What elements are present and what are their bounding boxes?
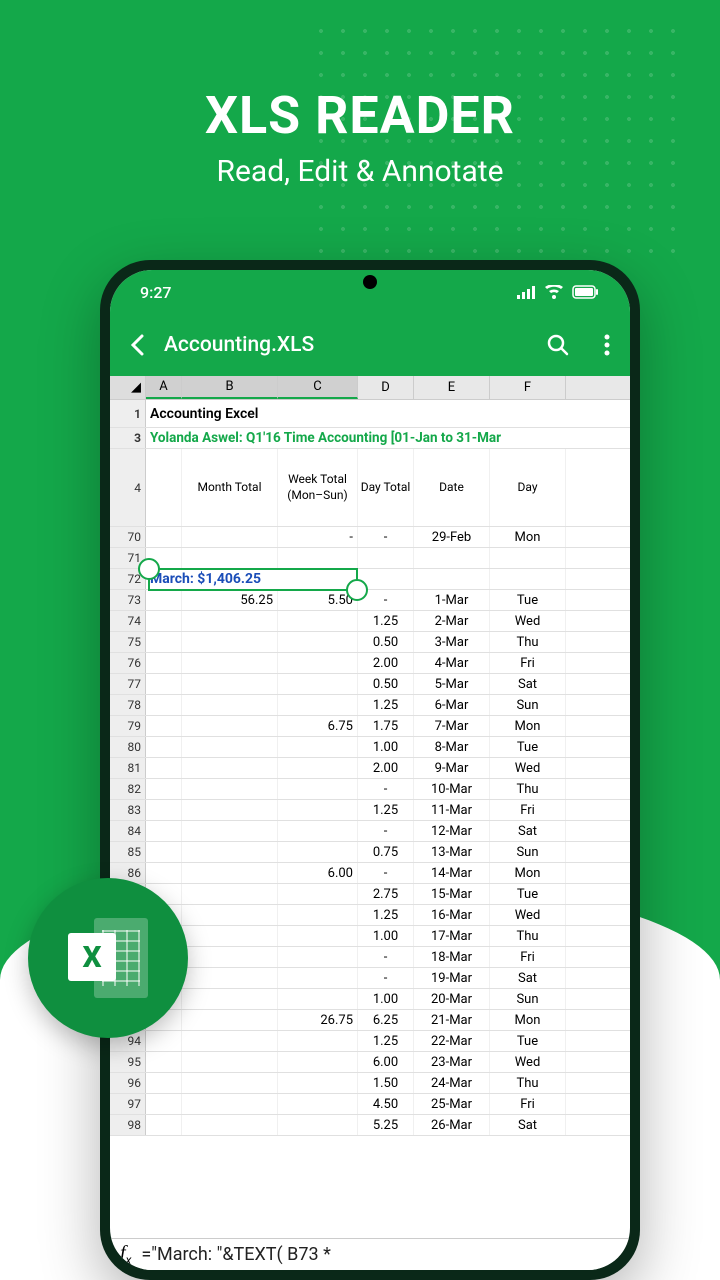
sheet-row[interactable]: 72March: $1,406.25: [110, 569, 630, 590]
status-time: 9:27: [140, 283, 172, 302]
sheet-row[interactable]: 750.503-MarThu: [110, 632, 630, 653]
sheet-row[interactable]: 891.0017-MarThu: [110, 926, 630, 947]
sheet-row[interactable]: 91-19-MarSat: [110, 968, 630, 989]
column-header-row: ◢ A B C D E F: [110, 376, 630, 400]
sheet-row[interactable]: 82-10-MarThu: [110, 779, 630, 800]
search-icon[interactable]: [546, 333, 570, 357]
spreadsheet-grid[interactable]: 1 Accounting Excel 3 Yolanda Aswel: Q1'1…: [110, 400, 630, 1136]
formula-text[interactable]: ="March: "&TEXT( B73 *: [141, 1244, 331, 1265]
battery-icon: [572, 285, 600, 299]
hero-subtitle: Read, Edit & Annotate: [0, 154, 720, 189]
sheet-row[interactable]: 956.0023-MarWed: [110, 1052, 630, 1073]
sheet-row[interactable]: 741.252-MarWed: [110, 611, 630, 632]
more-icon[interactable]: [604, 334, 610, 356]
subtitle-cell[interactable]: Yolanda Aswel: Q1'16 Time Accounting [01…: [146, 428, 566, 448]
back-icon[interactable]: [130, 334, 144, 356]
sheet-row[interactable]: 866.00-14-MarMon: [110, 863, 630, 884]
sheet-header-row[interactable]: 4 Month Total Week Total (Mon–Sun) Day T…: [110, 449, 630, 527]
col-header-C[interactable]: C: [278, 376, 358, 399]
sheet-row-3[interactable]: 3 Yolanda Aswel: Q1'16 Time Accounting […: [110, 428, 630, 449]
col-header-A[interactable]: A: [146, 376, 182, 399]
sheet-row[interactable]: 801.008-MarTue: [110, 737, 630, 758]
col-header-F[interactable]: F: [490, 376, 566, 399]
sheet-row[interactable]: 961.5024-MarThu: [110, 1073, 630, 1094]
camera-notch: [363, 275, 377, 289]
sheet-row[interactable]: 90-18-MarFri: [110, 947, 630, 968]
sheet-row[interactable]: 974.5025-MarFri: [110, 1094, 630, 1115]
col-header-E[interactable]: E: [414, 376, 490, 399]
sheet-row[interactable]: 831.2511-MarFri: [110, 800, 630, 821]
sheet-row-1[interactable]: 1 Accounting Excel: [110, 400, 630, 428]
phone-frame: 9:27 Accounting.XLS ◢ A B C D E F 1: [100, 260, 640, 1280]
sheet-row[interactable]: 9326.756.2521-MarMon: [110, 1010, 630, 1031]
title-cell[interactable]: Accounting Excel: [146, 400, 566, 427]
col-header-D[interactable]: D: [358, 376, 414, 399]
sheet-row[interactable]: 872.7515-MarTue: [110, 884, 630, 905]
sheet-row[interactable]: 921.0020-MarSun: [110, 989, 630, 1010]
sheet-row[interactable]: 770.505-MarSat: [110, 674, 630, 695]
sheet-row[interactable]: 941.2522-MarTue: [110, 1031, 630, 1052]
sheet-row[interactable]: 850.7513-MarSun: [110, 842, 630, 863]
file-title: Accounting.XLS: [164, 333, 526, 357]
sheet-row[interactable]: 70--29-FebMon: [110, 527, 630, 548]
wifi-icon: [544, 285, 564, 299]
sheet-row[interactable]: 796.751.757-MarMon: [110, 716, 630, 737]
app-bar: Accounting.XLS: [110, 314, 630, 376]
formula-bar[interactable]: fx ="March: "&TEXT( B73 *: [110, 1238, 630, 1270]
hero-title: XLS READER: [0, 85, 720, 146]
sheet-row[interactable]: 84-12-MarSat: [110, 821, 630, 842]
selected-cell-text: March: $1,406.25: [150, 571, 261, 587]
sheet-row[interactable]: 881.2516-MarWed: [110, 905, 630, 926]
signal-icon: [516, 285, 536, 299]
sheet-row[interactable]: 762.004-MarFri: [110, 653, 630, 674]
hero-section: XLS READER Read, Edit & Annotate: [0, 85, 720, 189]
sheet-row[interactable]: 812.009-MarWed: [110, 758, 630, 779]
sheet-row[interactable]: 71: [110, 548, 630, 569]
excel-app-icon: X: [28, 878, 188, 1038]
fx-icon: fx: [120, 1242, 131, 1267]
select-all-corner[interactable]: ◢: [110, 376, 146, 399]
col-header-B[interactable]: B: [182, 376, 278, 399]
sheet-row[interactable]: 781.256-MarSun: [110, 695, 630, 716]
sheet-row[interactable]: 7356.255.50-1-MarTue: [110, 590, 630, 611]
sheet-row[interactable]: 985.2526-MarSat: [110, 1115, 630, 1136]
